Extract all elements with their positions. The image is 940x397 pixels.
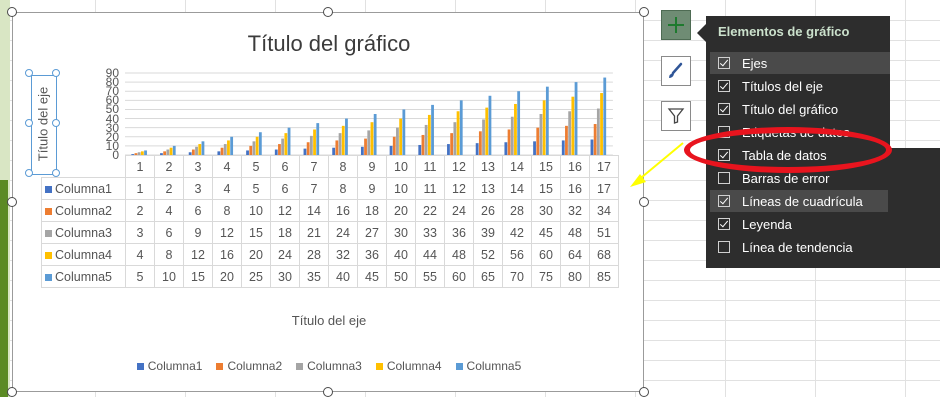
annotation-arrow	[630, 142, 684, 187]
